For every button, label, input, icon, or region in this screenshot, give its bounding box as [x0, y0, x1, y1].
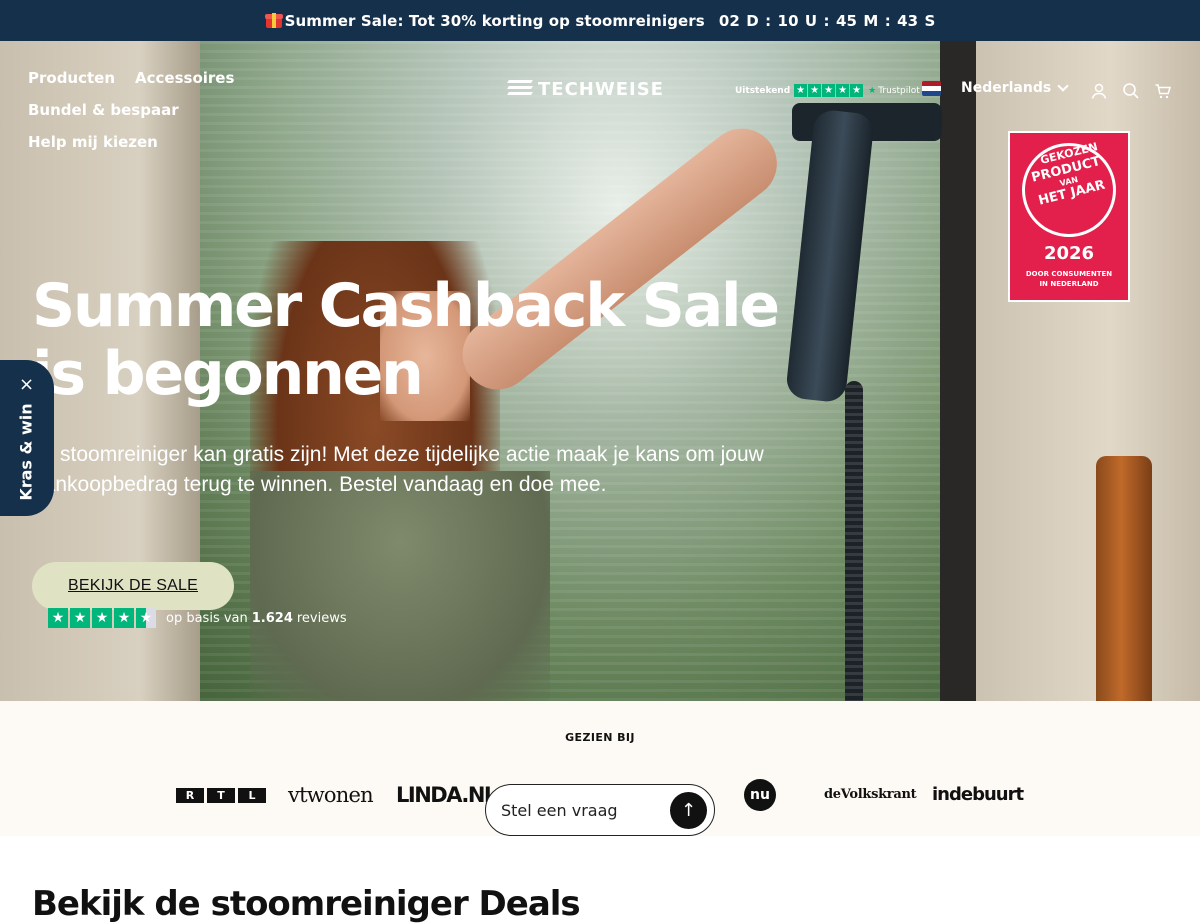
- product-of-the-year-badge: GEKOZEN PRODUCT VAN HET JAAR 2026 DOOR C…: [1008, 131, 1130, 302]
- main-nav: Producten AccessoiresBundel & bespaar Hel…: [28, 62, 388, 158]
- reviews-count: 1.624: [251, 610, 293, 626]
- gift-icon: [264, 11, 283, 29]
- hero-vase: [1096, 456, 1152, 701]
- hero-window-frame: [940, 41, 976, 701]
- account-icon[interactable]: [1090, 82, 1108, 100]
- rtl-logo: RTL: [176, 788, 266, 803]
- seen-at-title: GEZIEN BIJ: [565, 731, 635, 744]
- arrow-up-icon[interactable]: ↑: [670, 792, 707, 829]
- site-logo[interactable]: TECHWEISE: [507, 78, 664, 100]
- flag-nl-icon: [922, 80, 941, 96]
- indebuurt-logo: indebuurt: [932, 784, 1024, 805]
- vtwonen-logo: vtwonen: [288, 783, 374, 807]
- announcement-bar: Summer Sale: Tot 30% korting op stoomrei…: [0, 0, 1200, 41]
- chevron-down-icon: [1057, 80, 1069, 92]
- nav-item-bundel[interactable]: Bundel & bespaar: [28, 94, 179, 126]
- hero-subtitle: Je stoomreiniger kan gratis zijn! Met de…: [32, 443, 764, 496]
- volkskrant-logo: deVolkskrant: [824, 787, 917, 802]
- logo-mark-icon: [507, 78, 533, 100]
- ask-question-input[interactable]: [501, 800, 666, 820]
- ask-question-widget: ↑: [485, 784, 715, 836]
- countdown-timer: 02 D : 10 U : 45 M : 43 S: [718, 11, 936, 30]
- hero-title: Summer Cashback Sale is begonnen: [32, 271, 780, 409]
- announcement-text: Summer Sale: Tot 30% korting op stoomrei…: [284, 11, 705, 30]
- award-subtitle: DOOR CONSUMENTEN IN NEDERLAND: [1025, 270, 1113, 288]
- trustpilot-badge[interactable]: Uitstekend ★ ★ ★ ★ ★ ★ Trustpilot: [735, 84, 920, 97]
- logo-text: TECHWEISE: [538, 78, 664, 100]
- linda-logo: LINDA.NL: [396, 783, 497, 807]
- search-icon[interactable]: [1122, 82, 1140, 100]
- kras-win-tab[interactable]: × Kras & win: [0, 360, 54, 516]
- trustpilot-star-icon: ★: [868, 85, 877, 96]
- trustpilot-stars: ★ ★ ★ ★ ★: [794, 84, 864, 97]
- nav-item-help[interactable]: Help mij kiezen: [28, 126, 158, 158]
- nu-logo: nu: [744, 779, 776, 811]
- reviews-suffix: reviews: [296, 610, 347, 626]
- kras-win-label: Kras & win: [16, 403, 36, 501]
- hero-steamer-hose: [845, 381, 863, 701]
- trustpilot-logo: Trustpilot: [878, 85, 920, 96]
- close-icon[interactable]: ×: [19, 374, 34, 395]
- reviews-prefix: op basis van: [166, 610, 248, 626]
- language-label: Nederlands: [961, 80, 1052, 96]
- hero-person-shirt: [250, 471, 550, 701]
- nav-item-accessoires[interactable]: Accessoires: [135, 62, 234, 94]
- trustpilot-rating-label: Uitstekend: [735, 85, 791, 96]
- cart-icon[interactable]: [1154, 82, 1172, 100]
- header-icons: [1090, 82, 1172, 100]
- section-heading: Bekijk de stoomreiniger Deals: [32, 884, 581, 924]
- review-stars: ★ ★ ★ ★ ★: [48, 608, 158, 628]
- language-selector[interactable]: Nederlands: [922, 80, 1069, 96]
- nav-item-producten[interactable]: Producten: [28, 62, 115, 94]
- award-year: 2026: [1043, 243, 1095, 264]
- trustpilot-reviews[interactable]: ★ ★ ★ ★ ★ op basis van 1.624 reviews: [48, 608, 347, 628]
- view-sale-button[interactable]: BEKIJK DE SALE: [32, 562, 234, 610]
